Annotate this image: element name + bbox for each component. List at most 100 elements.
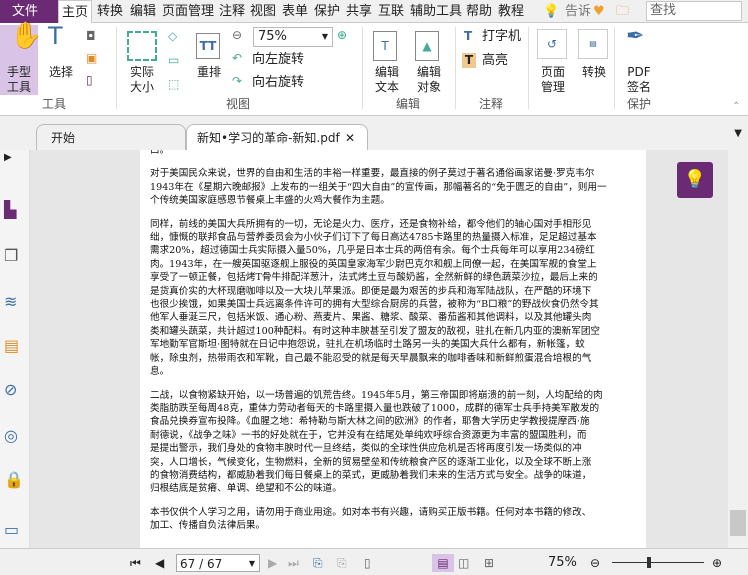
tips-lightbulb-icon[interactable]: 💡 bbox=[677, 162, 713, 198]
paragraph: 对于美国民众来说，世界的自由和生活的丰裕一样重要，最直接的例子莫过于著名通俗画家… bbox=[150, 167, 636, 207]
rotate-left-button[interactable]: 向左旋转 bbox=[252, 52, 304, 67]
content-icon[interactable]: ▭ bbox=[4, 520, 24, 540]
fit-visible-icon[interactable]: ⬚ bbox=[168, 77, 179, 92]
text-line: 耐德说，《战争之味》一书的好处就在于，它并没有在结尾处单纯欢呼综合资源更为丰富的… bbox=[150, 429, 587, 441]
prev-page-button[interactable]: ◀ bbox=[155, 554, 164, 572]
text-line: 军地勤军官斯坦·图特就在日记中抱怨说，驻扎在机场临时土路另一头的美国大兵什么都有… bbox=[150, 339, 585, 351]
zoom-out-button[interactable]: ⊖ bbox=[590, 554, 600, 572]
paragraph: 本书仅供个人学习之用，请勿用于商业用途。如对本书有兴趣，请购买正版书籍。任何对本… bbox=[150, 506, 636, 533]
page-number: 67 / 67 bbox=[180, 557, 223, 571]
zoom-in-button[interactable]: ⊕ bbox=[712, 554, 722, 572]
menu-edit[interactable]: 编辑 bbox=[130, 0, 156, 23]
menu-connect[interactable]: 互联 bbox=[378, 0, 404, 23]
paragraph: 口。 bbox=[150, 150, 636, 157]
hand-icon: ✋ bbox=[10, 21, 43, 51]
layers-icon[interactable]: ≋ bbox=[4, 292, 24, 312]
text-line: 他军人垂涎三尺，包括米饭、通心粉、燕麦片、果酱、糖浆、酸菜、番茄酱和其他调料，以… bbox=[150, 312, 592, 324]
tab-document[interactable]: 新知•学习的革命-新知.pdf ✕ bbox=[186, 124, 368, 150]
paragraph: 二战，以食物紧缺开始，以一场普遍的饥荒告终。1945年5月，第三帝国即将崩溃的前… bbox=[150, 389, 636, 496]
lightbulb-icon[interactable]: 💡 bbox=[543, 0, 559, 23]
facing-page-icon[interactable]: ◫ bbox=[458, 554, 469, 572]
folder-search-icon[interactable]: 🗀 bbox=[616, 0, 629, 23]
text-line: 的食物消费结构，都威胁着我们每日餐桌上的菜式，更威胁着我们未来的生活方式与安全。… bbox=[150, 469, 592, 481]
zoom-in-icon[interactable]: ⊕ bbox=[337, 28, 347, 43]
search-input[interactable]: 查找 bbox=[646, 1, 742, 21]
scroll-thumb[interactable] bbox=[730, 510, 746, 536]
text-line: 口。 bbox=[150, 150, 170, 156]
fit-page-icon[interactable]: ◇ bbox=[168, 29, 177, 44]
text-line: 类脂肪跌至每周48克，重体力劳动者每天的卡路里摄入量也跌破了1000，成群的德军… bbox=[150, 402, 600, 414]
tell-me[interactable]: 告诉 bbox=[565, 0, 591, 23]
attachment-icon[interactable]: ⊘ bbox=[4, 380, 24, 400]
tab-start[interactable]: 开始 bbox=[36, 124, 186, 150]
zoom-slider-thumb[interactable] bbox=[646, 557, 651, 568]
collapse-ribbon-icon[interactable]: ⌃ bbox=[732, 99, 740, 114]
menu-tutorial[interactable]: 教程 bbox=[498, 0, 524, 23]
continuous-page-icon[interactable]: ▤ bbox=[432, 554, 454, 572]
next-page-button[interactable]: ▶ bbox=[268, 554, 277, 572]
status-bar: ⏮ ◀ 67 / 67 ▼ ▶ ⏭ ⎘ ⎘ ▯ ▤ ◫ ⊞ 75% ⊖ ⊕ bbox=[0, 548, 748, 575]
expand-panel-icon[interactable]: ▶ bbox=[4, 152, 24, 172]
text-line: 食品兑换券宣布投降。《血腥之地：希特勒与斯大林之间的欧洲》的作者，耶鲁大学历史学… bbox=[150, 416, 590, 428]
zoom-out-icon[interactable]: ⊖ bbox=[232, 28, 242, 43]
typewriter-icon: T bbox=[464, 29, 473, 43]
clipboard-icon[interactable]: ▣ bbox=[86, 51, 97, 66]
group-view-label: 视图 bbox=[226, 97, 251, 111]
highlight-button[interactable]: 高亮 bbox=[482, 53, 508, 68]
heart-icon[interactable]: ♥ bbox=[593, 0, 605, 23]
fit-width-icon[interactable]: ▭ bbox=[168, 53, 179, 68]
prev-view-icon[interactable]: ⎘ bbox=[313, 554, 323, 572]
menu-accessibility[interactable]: 辅助工具 bbox=[410, 0, 462, 23]
zoom-select[interactable]: 75% ▼ bbox=[253, 27, 333, 47]
rotate-right-button[interactable]: 向右旋转 bbox=[252, 75, 304, 90]
menu-help[interactable]: 帮助 bbox=[466, 0, 492, 23]
bookmark-icon[interactable]: ▙ bbox=[4, 200, 24, 220]
paragraph: 同样，前线的美国大兵所拥有的一切，无论是火力、医疗，还是食物补给，都令他们的轴心… bbox=[150, 218, 636, 379]
vertical-scrollbar[interactable] bbox=[728, 150, 748, 548]
page-icon[interactable]: ▯ bbox=[86, 73, 93, 88]
last-page-button[interactable]: ⏭ bbox=[288, 554, 299, 572]
text-line: 需求20%，超过德国士兵实际摄入量50%，几乎是日本士兵的两倍有余。每个士兵每年… bbox=[150, 245, 595, 257]
first-page-button[interactable]: ⏮ bbox=[130, 554, 141, 572]
typewriter-button[interactable]: 打字机 bbox=[482, 29, 521, 44]
actual-size-button[interactable]: 实际 大小 bbox=[125, 65, 159, 95]
menu-form[interactable]: 表单 bbox=[282, 0, 308, 23]
signature-icon[interactable]: ◎ bbox=[4, 426, 24, 446]
continuous-facing-icon[interactable]: ⊞ bbox=[484, 554, 494, 572]
menu-share[interactable]: 共享 bbox=[346, 0, 372, 23]
reflow-icon: TT bbox=[196, 33, 220, 59]
page-number-input[interactable]: 67 / 67 ▼ bbox=[176, 554, 260, 572]
text-line: 是提出警示，我们身处的食物丰腴时代一旦终结，类似的全球性供应危机是否将再度引发一… bbox=[150, 443, 582, 455]
lock-icon[interactable]: 🔒 bbox=[4, 470, 24, 490]
text-line: 类和罐头蔬菜，共计超过100种配料。有时这种丰腴甚至引发了盟友的敌视，驻扎在新几… bbox=[150, 325, 601, 337]
single-page-icon[interactable]: ▯ bbox=[364, 554, 371, 572]
menu-protect[interactable]: 保护 bbox=[314, 0, 340, 23]
menu-home[interactable]: 主页 bbox=[58, 0, 93, 23]
tab-label: 新知•学习的革命-新知.pdf bbox=[197, 131, 340, 145]
page-manage-button[interactable]: 页面 管理 bbox=[535, 65, 571, 95]
pdf-sign-button[interactable]: PDF 签名 bbox=[622, 65, 656, 95]
edit-text-button[interactable]: 编辑 文本 bbox=[370, 65, 404, 95]
zoom-slider[interactable] bbox=[612, 557, 704, 568]
pages-icon[interactable]: ❐ bbox=[4, 246, 24, 266]
text-line: 同样，前线的美国大兵所拥有的一切，无论是火力、医疗，还是食物补给，都令他们的轴心… bbox=[150, 218, 592, 230]
document-view[interactable]: 口。对于美国民众来说，世界的自由和生活的丰裕一样重要，最直接的例子莫过于著名通俗… bbox=[30, 150, 728, 548]
zoom-value: 75% bbox=[258, 29, 287, 44]
close-tab-icon[interactable]: ✕ bbox=[345, 125, 355, 151]
text-line: 是货真价实的大杯现磨咖啡以及一大块儿苹果派。即便是最为艰苦的步兵和海军陆战队，在… bbox=[150, 285, 592, 297]
snapshot-icon[interactable]: ◘ bbox=[86, 29, 96, 44]
select-icon: T bbox=[48, 22, 63, 50]
convert-button[interactable]: 转换 bbox=[578, 65, 610, 80]
menu-comment[interactable]: 注释 bbox=[219, 0, 245, 23]
next-view-icon[interactable]: ⎘ bbox=[337, 554, 347, 572]
menu-page-manage[interactable]: 页面管理 bbox=[162, 0, 214, 23]
file-menu[interactable]: 文件 bbox=[0, 0, 58, 23]
comments-icon[interactable]: ▤ bbox=[4, 336, 24, 356]
reflow-button[interactable]: 重排 bbox=[194, 65, 224, 80]
menu-convert[interactable]: 转换 bbox=[97, 0, 123, 23]
menu-view[interactable]: 视图 bbox=[250, 0, 276, 23]
tab-list-icon[interactable]: ▼ bbox=[734, 128, 742, 139]
select-button[interactable]: 选择 bbox=[46, 65, 76, 80]
edit-object-button[interactable]: 编辑 对象 bbox=[412, 65, 446, 95]
hand-label: 手型 工具 bbox=[6, 65, 31, 94]
